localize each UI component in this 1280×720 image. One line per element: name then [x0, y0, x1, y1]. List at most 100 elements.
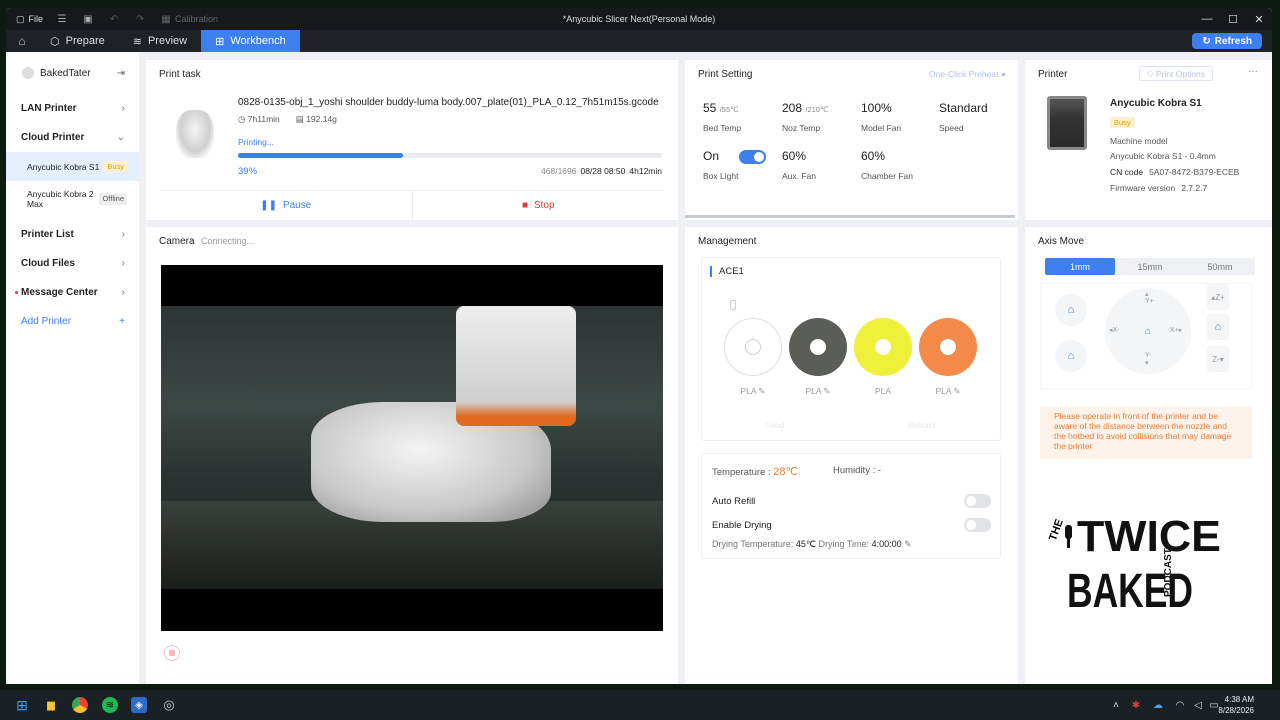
- bed-temp-target: /55℃: [719, 105, 739, 114]
- printer-item-kobra-s1[interactable]: Anycubic Kobra S1 Busy: [6, 152, 139, 181]
- calibration-label[interactable]: Calibration: [175, 14, 218, 24]
- more-icon[interactable]: ···: [1248, 66, 1258, 77]
- stop-button[interactable]: ■ Stop: [411, 191, 665, 220]
- edit-icon[interactable]: ✎: [823, 386, 830, 396]
- y-minus-arrow-icon[interactable]: Y- ▾: [1145, 352, 1151, 367]
- auto-refill-toggle[interactable]: [964, 494, 991, 508]
- printer-item-kobra-2-max[interactable]: Anycubic Kobra 2 Max Offline: [6, 181, 139, 217]
- twice-baked-podcast-logo: THE TWICE BAKED PODCAST: [1047, 512, 1221, 617]
- cn-code-label: CN code: [1110, 167, 1144, 177]
- obs-icon[interactable]: ◎: [161, 697, 177, 713]
- file-explorer-icon[interactable]: ▆: [43, 697, 59, 713]
- calibration-icon[interactable]: ▦: [159, 12, 173, 26]
- edit-icon[interactable]: ✎: [953, 386, 960, 396]
- panel-title: Print Setting: [698, 69, 753, 80]
- print-options-button[interactable]: ◇ Print Options: [1139, 66, 1213, 81]
- sidebar-item-label: Cloud Files: [21, 258, 75, 269]
- tray-chevron-up-icon[interactable]: ˄: [1108, 697, 1124, 713]
- enable-drying-toggle[interactable]: [964, 518, 991, 532]
- undo-icon[interactable]: ↶: [107, 12, 121, 26]
- aux-fan-value[interactable]: 60%: [782, 149, 806, 163]
- refresh-button[interactable]: ↻ Refresh: [1192, 33, 1262, 49]
- chevron-right-icon: ›: [121, 287, 125, 298]
- sidebar-item-cloud-files[interactable]: Cloud Files ›: [6, 249, 139, 278]
- home-xy-icon[interactable]: ⌂: [1055, 340, 1087, 372]
- pause-button[interactable]: ❚❚ Pause: [160, 191, 412, 220]
- close-icon[interactable]: ✕: [1246, 8, 1272, 30]
- home-icon[interactable]: ⌂: [8, 30, 36, 52]
- x-plus-arrow-icon[interactable]: X+▸: [1170, 326, 1182, 334]
- filament-slot-2[interactable]: [789, 318, 847, 376]
- slot-1-material: PLA ✎: [724, 386, 782, 397]
- x-minus-arrow-icon[interactable]: ◂X-: [1109, 326, 1120, 334]
- step-50mm[interactable]: 50mm: [1185, 258, 1255, 275]
- z-plus-button[interactable]: ▴Z+: [1207, 284, 1229, 310]
- add-printer-button[interactable]: Add Printer +: [6, 307, 139, 336]
- edit-icon[interactable]: ✎: [904, 539, 912, 549]
- save-icon[interactable]: ▣: [81, 12, 95, 26]
- system-clock[interactable]: 4:38 AM 8/28/2026: [1218, 694, 1254, 716]
- retract-button[interactable]: Retract: [908, 420, 935, 430]
- step-1mm[interactable]: 1mm: [1045, 258, 1115, 275]
- maximize-icon[interactable]: ☐: [1220, 8, 1246, 30]
- spotify-icon[interactable]: ≋: [102, 697, 118, 713]
- preheat-label: One-Click Preheat: [929, 69, 999, 79]
- tab-workbench[interactable]: ⊞ Workbench: [201, 30, 300, 52]
- filament-slot-1[interactable]: [724, 318, 782, 376]
- chamber-fan-value[interactable]: 60%: [861, 149, 885, 163]
- spool-hub: [875, 339, 891, 355]
- bed-temp-current: 55: [703, 101, 717, 115]
- material-label: PLA: [805, 386, 822, 396]
- scrollbar[interactable]: [685, 215, 1015, 218]
- filament-slot-3[interactable]: [854, 318, 912, 376]
- sidebar-item-message-center[interactable]: Message Center ›: [6, 278, 139, 307]
- feed-button[interactable]: Feed: [765, 420, 784, 430]
- cn-code-value: 5A07-8472-B379-ECEB: [1149, 167, 1240, 177]
- chrome-icon[interactable]: [72, 697, 88, 713]
- sidebar-item-cloud-printer[interactable]: Cloud Printer ⌄: [6, 123, 139, 152]
- list-icon[interactable]: ☰: [55, 12, 69, 26]
- record-button[interactable]: [164, 645, 180, 661]
- weight: ▤ 192.14g: [296, 114, 337, 125]
- step-15mm[interactable]: 15mm: [1115, 258, 1185, 275]
- one-click-preheat-button[interactable]: One-Click Preheat ●: [929, 69, 1006, 79]
- y-plus-arrow-icon[interactable]: ▴ Y+: [1145, 290, 1154, 305]
- tab-prepare[interactable]: ⬡ Prepare: [36, 30, 119, 52]
- tab-preview[interactable]: ≋ Preview: [119, 30, 201, 52]
- anycubic-slicer-icon[interactable]: ◈: [131, 697, 147, 713]
- aux-fan-label: Aux. Fan: [782, 171, 817, 181]
- refresh-icon: ↻: [1202, 35, 1211, 47]
- user-row: BakedTater ⇥: [6, 52, 139, 94]
- model-fan-value[interactable]: 100%: [861, 101, 892, 115]
- avatar[interactable]: [22, 67, 34, 79]
- logout-icon[interactable]: ⇥: [117, 68, 125, 79]
- speed-value[interactable]: Standard: [939, 101, 988, 115]
- sidebar-item-printer-list[interactable]: Printer List ›: [6, 220, 139, 249]
- tray-app-icon[interactable]: ✱: [1128, 697, 1144, 713]
- minimize-icon[interactable]: —: [1194, 8, 1220, 30]
- print-meta: ◷ 7h11min ▤ 192.14g: [238, 114, 337, 125]
- redo-icon[interactable]: ↷: [133, 12, 147, 26]
- material-label: PLA: [740, 386, 757, 396]
- sidebar-item-lan-printer[interactable]: LAN Printer ›: [6, 94, 139, 123]
- home-z-icon[interactable]: ⌂: [1207, 314, 1229, 340]
- bed-temp-value[interactable]: 55 /55℃: [703, 101, 739, 115]
- firmware-label: Firmware version: [1110, 183, 1176, 193]
- file-menu[interactable]: ▢ File: [16, 14, 43, 25]
- camera-feed[interactable]: [161, 265, 663, 631]
- filament-slot-4[interactable]: [919, 318, 977, 376]
- print-task-panel: Print task 0828-0135-obj_1_yoshi shoulde…: [146, 60, 678, 220]
- volume-icon[interactable]: ◁: [1190, 697, 1206, 713]
- z-minus-button[interactable]: Z-▾: [1207, 346, 1229, 372]
- record-icon: [169, 650, 175, 656]
- drying-settings: Drying Temperature: 45℃ Drying Time: 4:0…: [712, 539, 912, 550]
- home-all-icon[interactable]: ⌂: [1055, 294, 1087, 326]
- wifi-icon[interactable]: ◠: [1172, 697, 1188, 713]
- print-controls: ❚❚ Pause ■ Stop: [160, 190, 664, 220]
- edit-icon[interactable]: ✎: [758, 386, 765, 396]
- windows-start-icon[interactable]: ⊞: [14, 697, 30, 713]
- model-fan-label: Model Fan: [861, 123, 902, 133]
- cloud-icon[interactable]: ☁: [1150, 697, 1166, 713]
- noz-temp-value[interactable]: 208 /210℃: [782, 101, 828, 115]
- box-light-toggle[interactable]: [739, 150, 766, 164]
